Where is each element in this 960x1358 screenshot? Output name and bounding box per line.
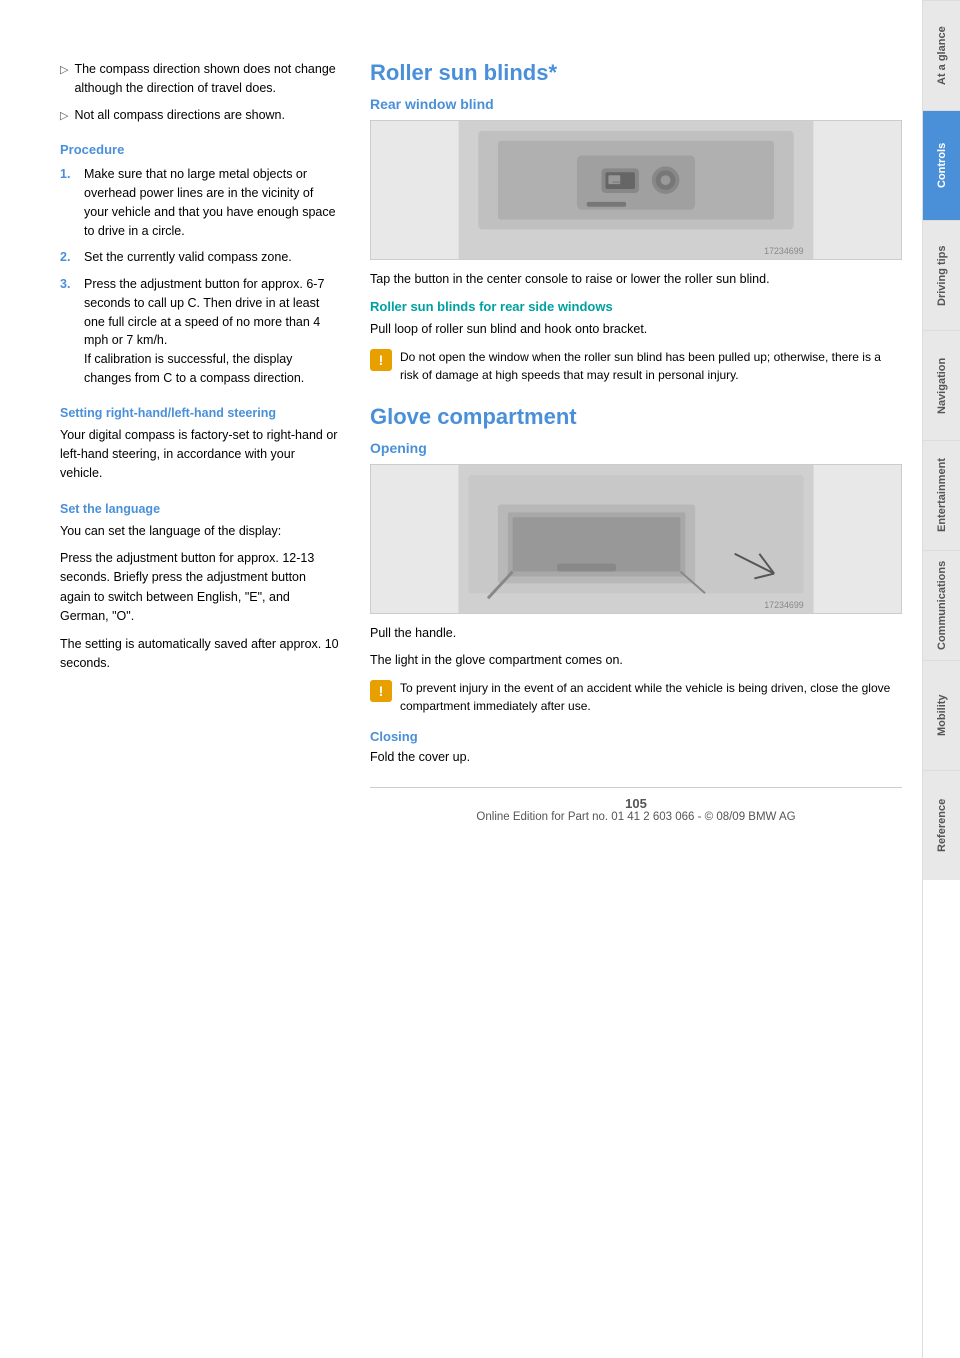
setting-text: Your digital compass is factory-set to r…	[60, 426, 340, 484]
sidebar-tab-at-a-glance[interactable]: At a glance	[923, 0, 960, 110]
closing-heading: Closing	[370, 729, 902, 744]
roller-side-desc: Pull loop of roller sun blind and hook o…	[370, 320, 902, 339]
bullet-list: ▷ The compass direction shown does not c…	[60, 60, 340, 124]
opening-desc-1: Pull the handle.	[370, 624, 902, 643]
opening-warning-text: To prevent injury in the event of an acc…	[400, 679, 902, 715]
procedure-step-2-text: Set the currently valid compass zone.	[84, 248, 292, 267]
glove-section: Glove compartment Opening	[370, 404, 902, 767]
bullet-text-1: The compass direction shown does not cha…	[74, 60, 340, 98]
warning-icon: !	[370, 349, 392, 371]
opening-image: 17234699	[370, 464, 902, 614]
sidebar-tab-navigation[interactable]: Navigation	[923, 330, 960, 440]
language-text-2: Press the adjustment button for approx. …	[60, 549, 340, 627]
opening-warning-box: ! To prevent injury in the event of an a…	[370, 679, 902, 715]
sidebar: At a glance Controls Driving tips Naviga…	[922, 0, 960, 1358]
closing-desc: Fold the cover up.	[370, 748, 902, 767]
procedure-step-1-text: Make sure that no large metal objects or…	[84, 165, 340, 240]
procedure-list: 1. Make sure that no large metal objects…	[60, 165, 340, 387]
rear-window-desc: Tap the button in the center console to …	[370, 270, 902, 289]
sidebar-tab-driving-tips[interactable]: Driving tips	[923, 220, 960, 330]
left-column: ▷ The compass direction shown does not c…	[60, 60, 340, 1318]
opening-subtitle: Opening	[370, 440, 902, 456]
sidebar-tab-reference[interactable]: Reference	[923, 770, 960, 880]
roller-side-subtitle: Roller sun blinds for rear side windows	[370, 299, 902, 314]
procedure-step-3: 3. Press the adjustment button for appro…	[60, 275, 340, 388]
bullet-text-2: Not all compass directions are shown.	[74, 106, 285, 125]
copyright-text: Online Edition for Part no. 01 41 2 603 …	[370, 811, 902, 823]
sidebar-tab-controls[interactable]: Controls	[923, 110, 960, 220]
setting-heading: Setting right-hand/left-hand steering	[60, 406, 340, 420]
language-text-3: The setting is automatically saved after…	[60, 635, 340, 674]
language-heading: Set the language	[60, 502, 340, 516]
bullet-arrow-icon: ▷	[60, 62, 68, 79]
roller-warning-box: ! Do not open the window when the roller…	[370, 348, 902, 384]
page-footer: 105 Online Edition for Part no. 01 41 2 …	[370, 787, 902, 823]
glove-section-title: Glove compartment	[370, 404, 902, 430]
procedure-heading: Procedure	[60, 142, 340, 157]
roller-section-title: Roller sun blinds*	[370, 60, 902, 86]
right-column: Roller sun blinds* Rear window blind	[370, 60, 902, 1318]
bullet-item-2: ▷ Not all compass directions are shown.	[60, 106, 340, 125]
bullet-item-1: ▷ The compass direction shown does not c…	[60, 60, 340, 98]
svg-text:17234699: 17234699	[764, 246, 803, 256]
svg-text:17234699: 17234699	[764, 600, 804, 610]
sidebar-tab-communications[interactable]: Communications	[923, 550, 960, 660]
procedure-step-2: 2. Set the currently valid compass zone.	[60, 248, 340, 267]
sidebar-tab-entertainment[interactable]: Entertainment	[923, 440, 960, 550]
roller-section: Roller sun blinds* Rear window blind	[370, 60, 902, 384]
rear-window-image: 17234699	[370, 120, 902, 260]
rear-window-subtitle: Rear window blind	[370, 96, 902, 112]
sidebar-tab-mobility[interactable]: Mobility	[923, 660, 960, 770]
page-number: 105	[370, 796, 902, 811]
bullet-arrow-icon-2: ▷	[60, 108, 68, 125]
opening-warning-icon: !	[370, 680, 392, 702]
procedure-step-1: 1. Make sure that no large metal objects…	[60, 165, 340, 240]
roller-warning-text: Do not open the window when the roller s…	[400, 348, 902, 384]
procedure-step-3-text: Press the adjustment button for approx. …	[84, 275, 340, 388]
opening-desc-2: The light in the glove compartment comes…	[370, 651, 902, 670]
language-text-1: You can set the language of the display:	[60, 522, 340, 541]
